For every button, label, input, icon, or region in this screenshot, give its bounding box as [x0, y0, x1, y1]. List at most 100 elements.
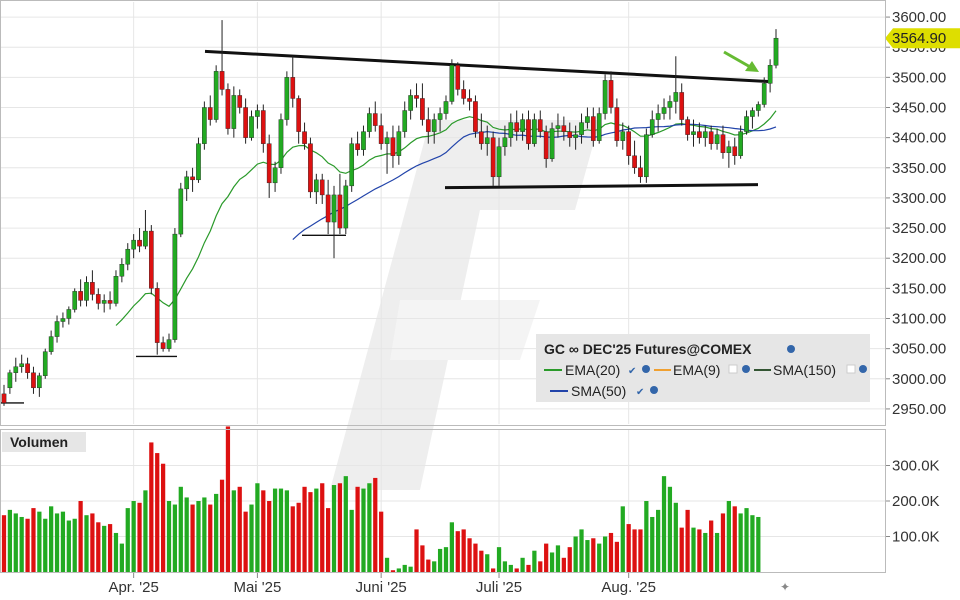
- legend-item-ema20[interactable]: EMA(20): [565, 362, 620, 378]
- volume-bar: [455, 531, 460, 572]
- volume-bar: [514, 568, 519, 572]
- globe-icon[interactable]: [642, 365, 650, 373]
- volume-bar: [373, 477, 378, 572]
- volume-bar: [54, 513, 60, 572]
- candle-body: [160, 342, 166, 349]
- price-tick-label: 3350.00: [892, 160, 946, 177]
- volume-bar: [302, 486, 307, 572]
- candle-body: [449, 65, 455, 102]
- candle-body: [614, 107, 620, 141]
- scroll-handle-icon[interactable]: ✦: [780, 580, 790, 594]
- candle-body: [319, 179, 325, 196]
- volume-bar: [343, 476, 348, 572]
- volume-bar: [544, 543, 549, 572]
- checkbox-icon[interactable]: [728, 364, 738, 374]
- candle-body: [708, 131, 714, 144]
- time-tick-label: Mai '25: [233, 579, 281, 596]
- checkbox-icon[interactable]: [846, 364, 856, 374]
- candle-body: [502, 137, 508, 147]
- volume-bar: [632, 529, 637, 572]
- candle-body: [537, 119, 543, 132]
- price-tick-label: 3050.00: [892, 341, 946, 358]
- volume-bar: [149, 442, 154, 572]
- candle-body: [744, 116, 749, 132]
- candle-body: [243, 107, 248, 138]
- volume-bar: [390, 570, 396, 572]
- volume-bar: [337, 483, 343, 572]
- check-icon[interactable]: ✔: [636, 387, 644, 398]
- volume-bar: [84, 515, 89, 572]
- price-tick-label: 3000.00: [892, 371, 946, 388]
- candle-body: [673, 92, 679, 102]
- volume-tick-label: 300.0K: [892, 458, 940, 475]
- volume-bar: [656, 509, 661, 572]
- candle-body: [284, 77, 290, 120]
- candle-body: [7, 372, 13, 389]
- volume-bar: [196, 501, 201, 572]
- candle-body: [384, 137, 390, 144]
- candle-body: [555, 125, 561, 129]
- volume-bar: [414, 529, 419, 572]
- candle-body: [54, 321, 60, 337]
- candle-body: [425, 119, 431, 132]
- legend-item-ema9[interactable]: EMA(9): [673, 362, 720, 378]
- candle-body: [685, 119, 690, 135]
- volume-bar: [703, 532, 708, 572]
- legend-item-sma50[interactable]: SMA(50): [571, 383, 626, 399]
- volume-bar: [738, 513, 743, 572]
- candle-body: [143, 230, 148, 247]
- volume-bar: [620, 506, 625, 572]
- volume-bar: [744, 508, 749, 572]
- volume-bar: [750, 515, 755, 572]
- volume-bar: [284, 490, 289, 572]
- globe-icon[interactable]: [859, 365, 867, 373]
- volume-bar: [296, 502, 301, 572]
- volume-bar: [691, 527, 696, 572]
- candle-body: [773, 37, 779, 66]
- volume-bar: [261, 490, 266, 572]
- volume-bar: [644, 501, 649, 572]
- candle-body: [714, 134, 720, 144]
- candle-body: [325, 194, 331, 223]
- last-price-value: 3564.90: [892, 30, 946, 47]
- volume-bar: [685, 509, 690, 572]
- candle-body: [202, 107, 207, 144]
- globe-icon[interactable]: [650, 386, 658, 394]
- volume-bar: [190, 504, 195, 572]
- volume-bar: [102, 525, 107, 572]
- price-tick-label: 3500.00: [892, 69, 946, 86]
- volume-bar: [166, 501, 172, 572]
- candle-body: [420, 98, 425, 120]
- candle-body: [207, 107, 213, 120]
- price-tick-label: 3600.00: [892, 9, 946, 26]
- volume-bar: [160, 463, 166, 572]
- volume-title: Volumen: [10, 434, 68, 450]
- volume-bar: [561, 557, 566, 572]
- volume-tick-label: 100.0K: [892, 529, 940, 546]
- candle-body: [702, 131, 708, 138]
- candle-body: [308, 143, 313, 193]
- legend[interactable]: GC ∞ DEC'25 Futures@COMEX EMA(20) ✔ EMA(…: [536, 334, 870, 402]
- volume-bar: [13, 513, 18, 572]
- volume-bar: [272, 488, 278, 572]
- volume-bar: [491, 568, 496, 572]
- volume-bar: [143, 490, 148, 572]
- check-icon[interactable]: ✔: [628, 366, 636, 377]
- candle-body: [72, 291, 78, 310]
- volume-bar: [125, 508, 130, 572]
- volume-bar: [420, 545, 425, 572]
- candle-body: [48, 336, 54, 352]
- volume-bar: [308, 492, 313, 572]
- candle-body: [231, 95, 237, 129]
- candle-body: [644, 134, 649, 178]
- candle-body: [25, 363, 30, 373]
- candle-body: [125, 248, 131, 265]
- volume-bar: [208, 504, 213, 572]
- candle-body: [414, 95, 419, 99]
- globe-icon[interactable]: [787, 345, 795, 353]
- legend-item-sma150[interactable]: SMA(150): [773, 362, 836, 378]
- volume-bar: [608, 532, 614, 572]
- candle-body: [573, 134, 578, 138]
- volume-bar: [396, 568, 401, 572]
- globe-icon[interactable]: [742, 365, 750, 373]
